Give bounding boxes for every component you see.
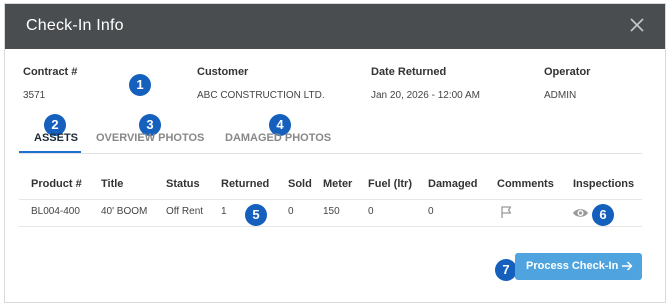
cell-damaged: 0 (428, 206, 434, 217)
cell-meter: 150 (323, 206, 340, 217)
tab-damaged-photos[interactable]: DAMAGED PHOTOS (225, 132, 331, 144)
annotation-badge-1: 1 (129, 74, 151, 96)
column-header-sold: Sold (288, 178, 312, 190)
cell-product: BL004-400 (31, 206, 80, 217)
column-header-returned: Returned (221, 178, 270, 190)
cell-returned: 1 (221, 206, 227, 217)
operator-value: ADMIN (544, 90, 577, 101)
date-returned-label: Date Returned (371, 66, 447, 78)
dialog-header: Check-In Info (5, 4, 665, 49)
column-header-title: Title (101, 178, 124, 190)
table-header-divider (19, 199, 642, 200)
contract-value: 3571 (23, 90, 46, 101)
close-icon[interactable] (627, 15, 647, 35)
active-tab-indicator (19, 151, 81, 153)
process-check-in-button[interactable]: Process Check-In (515, 253, 642, 280)
column-header-meter: Meter (323, 178, 353, 190)
cell-sold: 0 (288, 206, 294, 217)
annotation-badge-6: 6 (592, 204, 614, 226)
tab-assets[interactable]: ASSETS (34, 132, 78, 144)
column-header-product: Product # (31, 178, 82, 190)
column-header-damaged: Damaged (428, 178, 478, 190)
cell-title: 40' BOOM (101, 206, 148, 217)
annotation-badge-7: 7 (495, 259, 517, 281)
customer-value: ABC CONSTRUCTION LTD. (197, 90, 325, 101)
eye-icon[interactable] (572, 207, 589, 219)
column-header-fuel: Fuel (ltr) (368, 178, 412, 190)
column-header-status: Status (166, 178, 200, 190)
column-header-inspections: Inspections (573, 178, 635, 190)
date-returned-value: Jan 20, 2026 - 12:00 AM (371, 90, 480, 101)
contract-label: Contract # (23, 66, 78, 78)
annotation-badge-5: 5 (245, 204, 267, 226)
process-check-in-label: Process Check-In (526, 260, 619, 272)
cell-fuel: 0 (368, 206, 374, 217)
customer-label: Customer (197, 66, 249, 78)
arrow-right-icon (622, 261, 633, 271)
operator-label: Operator (544, 66, 591, 78)
cell-status: Off Rent (166, 206, 204, 217)
dialog-title: Check-In Info (26, 17, 124, 34)
table-row-divider (19, 226, 642, 227)
column-header-comments: Comments (497, 178, 554, 190)
flag-icon[interactable] (499, 205, 513, 219)
tab-divider (19, 153, 642, 154)
tab-overview-photos[interactable]: OVERVIEW PHOTOS (96, 132, 204, 144)
